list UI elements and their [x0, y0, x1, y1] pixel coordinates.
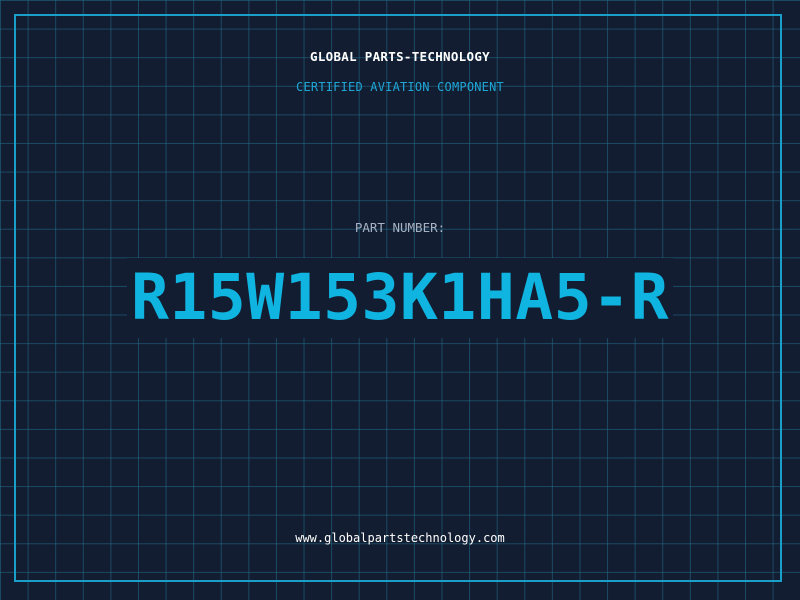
part-number-value: R15W153K1HA5-R — [126, 258, 673, 338]
website-url: www.globalpartstechnology.com — [295, 531, 505, 545]
certification-tagline: CERTIFIED AVIATION COMPONENT — [296, 80, 504, 94]
part-number-container: R15W153K1HA5-R — [0, 258, 800, 338]
company-name: GLOBAL PARTS-TECHNOLOGY — [310, 49, 490, 64]
part-number-label: PART NUMBER: — [354, 220, 446, 235]
label-card: GLOBAL PARTS-TECHNOLOGY CERTIFIED AVIATI… — [0, 0, 800, 600]
